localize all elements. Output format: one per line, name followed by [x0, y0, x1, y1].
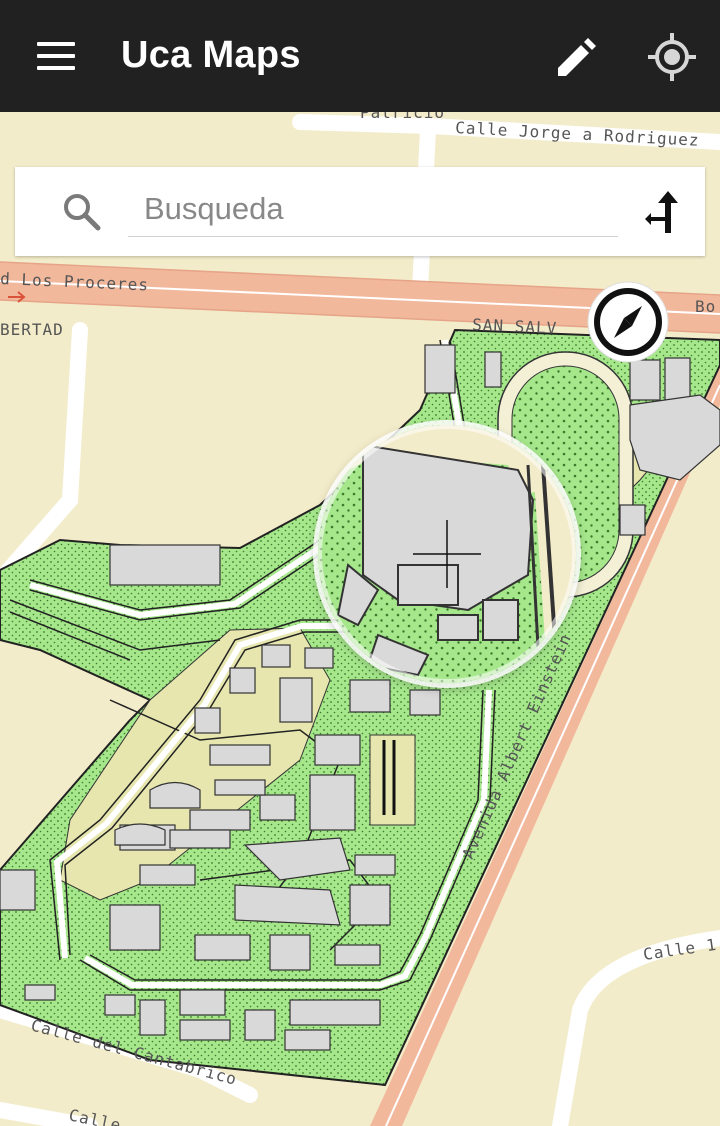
- app-bar: Uca Maps: [0, 0, 720, 112]
- compass-icon[interactable]: [586, 280, 670, 364]
- search-input[interactable]: [128, 187, 618, 237]
- menu-icon[interactable]: [37, 42, 75, 70]
- map-magnifier: [318, 425, 576, 683]
- directions-icon[interactable]: [643, 187, 693, 237]
- pencil-icon[interactable]: [552, 34, 600, 82]
- my-location-icon[interactable]: [645, 30, 699, 84]
- search-card: [15, 167, 705, 256]
- street-label-bo: Bo: [695, 297, 716, 316]
- street-label-san-salvador: SAN SALV: [472, 315, 558, 338]
- search-icon: [61, 191, 103, 233]
- street-label-patricio: Patricio: [360, 112, 445, 122]
- app-title: Uca Maps: [121, 34, 301, 76]
- street-label-libertad: BERTAD: [0, 320, 64, 339]
